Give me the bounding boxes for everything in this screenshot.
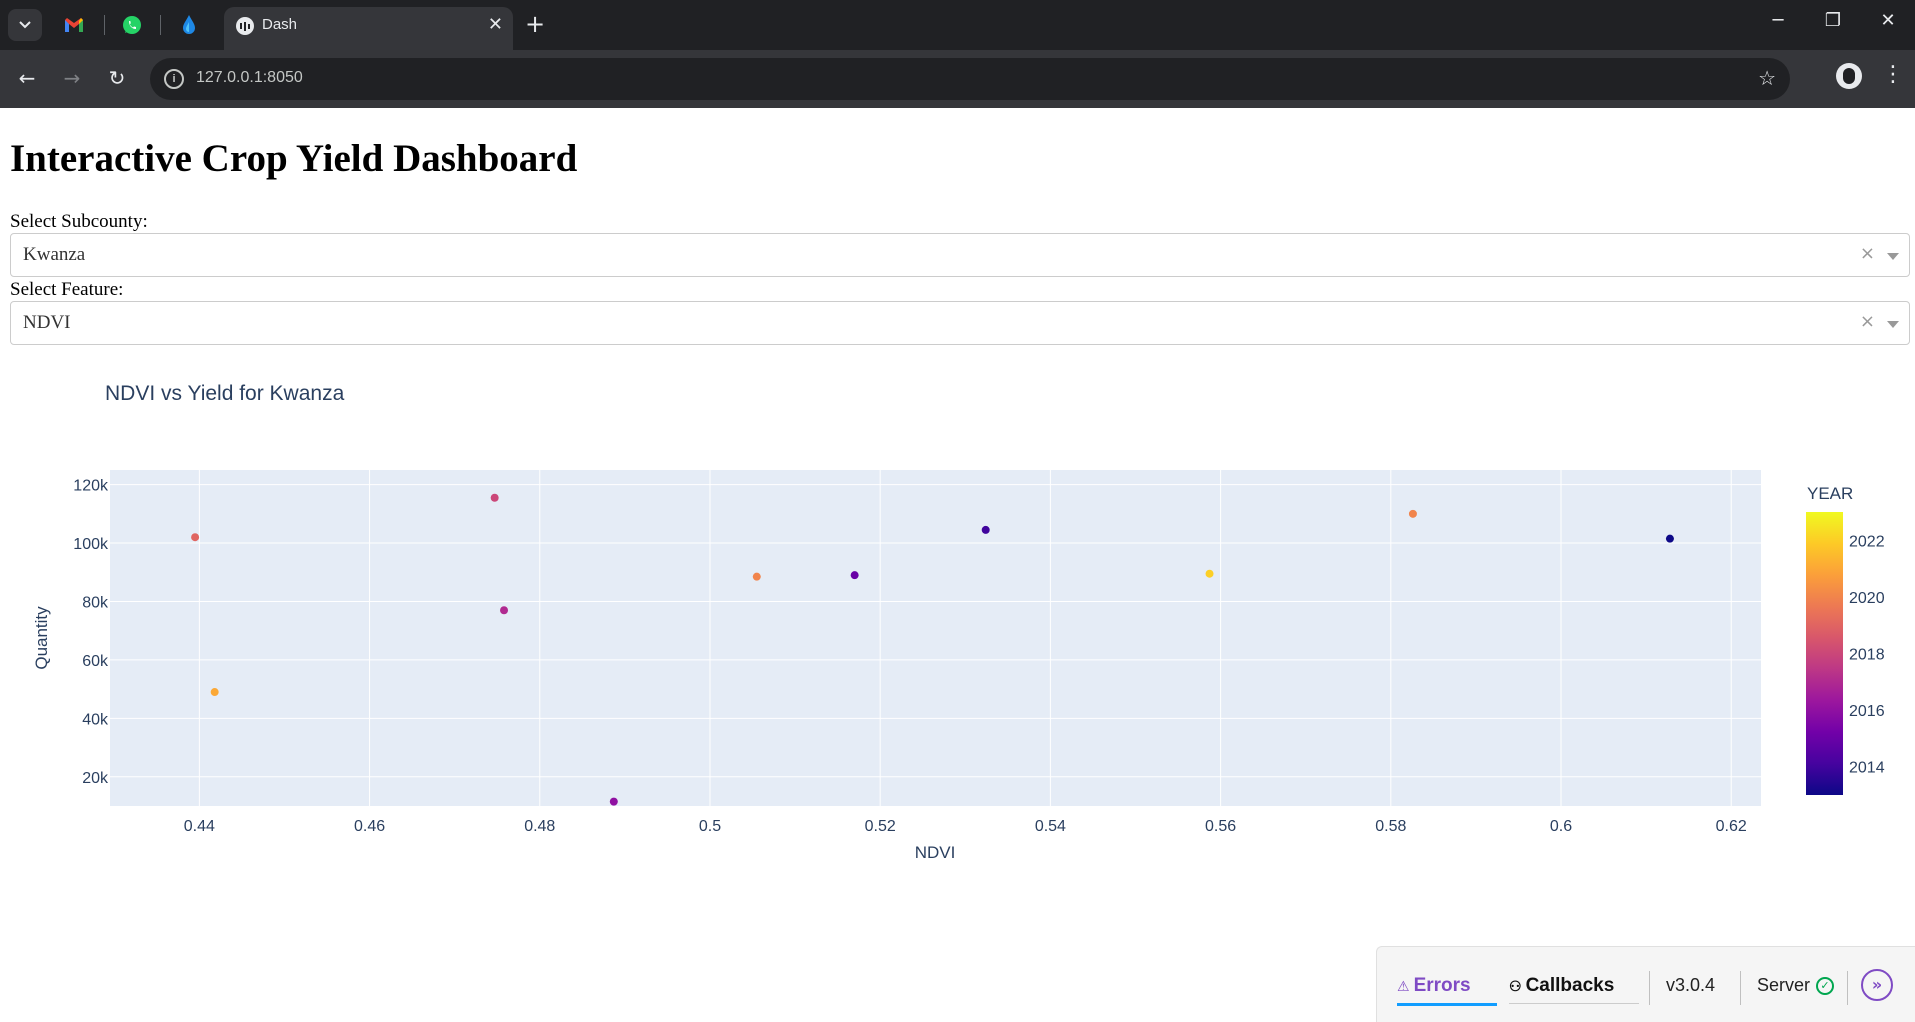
x-tick-label: 0.62 <box>1716 818 1747 835</box>
tab-close-icon[interactable]: ✕ <box>488 14 503 35</box>
feature-selected-value: NDVI <box>23 312 71 333</box>
scatter-point <box>609 797 618 806</box>
chevron-down-icon <box>19 21 31 29</box>
x-tick-label: 0.5 <box>699 818 721 835</box>
scatter-point <box>490 493 499 502</box>
x-tick-label: 0.52 <box>865 818 896 835</box>
subcounty-selected-value: Kwanza <box>23 244 86 265</box>
colorbar-tick-label: 2020 <box>1849 590 1885 607</box>
x-tick-label: 0.48 <box>524 818 555 835</box>
x-tick-label: 0.46 <box>354 818 385 835</box>
back-icon[interactable]: ← <box>12 63 42 93</box>
dash-version: v3.0.4 <box>1666 975 1716 995</box>
x-tick-label: 0.6 <box>1550 818 1572 835</box>
colorbar-tick-label: 2022 <box>1849 533 1885 550</box>
scatter-point <box>1408 509 1417 518</box>
clear-icon[interactable]: × <box>1860 243 1875 264</box>
scatter-point <box>191 533 200 542</box>
colorbar <box>1806 512 1843 795</box>
callbacks-label: Callbacks <box>1525 975 1615 996</box>
scatter-point <box>1665 534 1674 543</box>
browser-toolbar: ← → ↻ i 127.0.0.1:8050 ☆ ⋮ <box>0 50 1915 108</box>
colorbar-tick-label: 2016 <box>1849 703 1885 720</box>
y-axis-ticks: 20k 40k 60k 80k 100k 120k <box>73 478 109 787</box>
pinned-tab-gmail[interactable] <box>60 11 88 39</box>
dash-favicon-icon <box>236 17 254 35</box>
new-tab-button[interactable]: + <box>525 10 545 38</box>
scatter-point <box>500 606 509 615</box>
pinned-tab-drop[interactable] <box>175 11 203 39</box>
forward-icon[interactable]: → <box>57 63 87 93</box>
server-label: Server <box>1757 975 1811 995</box>
profile-avatar[interactable] <box>1836 63 1862 89</box>
chart-canvas[interactable]: NDVI vs Yield for Kwanza 0.44 0.46 0.48 0.5… <box>0 370 1915 870</box>
x-tick-label: 0.44 <box>184 818 215 835</box>
dropdown-arrow-icon[interactable] <box>1887 321 1899 328</box>
y-tick-label: 40k <box>82 711 109 728</box>
errors-label: Errors <box>1413 975 1471 996</box>
colorbar-tick-label: 2014 <box>1849 760 1885 777</box>
callbacks-tab[interactable]: ⚇ Callbacks <box>1509 975 1639 1004</box>
feature-dropdown[interactable]: NDVI × <box>10 301 1910 345</box>
tab-separator <box>104 15 105 35</box>
address-bar[interactable]: i 127.0.0.1:8050 ☆ <box>150 58 1790 100</box>
reload-icon[interactable]: ↻ <box>102 63 132 93</box>
colorbar-title: YEAR <box>1807 484 1853 503</box>
scatter-point <box>981 525 990 534</box>
devtools-divider <box>1847 971 1848 1005</box>
devtools-divider <box>1649 971 1650 1005</box>
colorbar-ticks: 2014 2016 2018 2020 2022 <box>1849 533 1885 776</box>
plot-area[interactable] <box>110 470 1761 806</box>
restore-icon[interactable]: ❐ <box>1813 10 1853 31</box>
scatter-point <box>850 571 859 580</box>
tab-title: Dash <box>262 16 298 33</box>
drop-icon <box>183 15 195 34</box>
x-tick-label: 0.56 <box>1205 818 1236 835</box>
colorbar-tick-label: 2018 <box>1849 647 1885 664</box>
tab-dash[interactable]: Dash ✕ <box>224 7 513 50</box>
x-tick-label: 0.58 <box>1375 818 1406 835</box>
address-url[interactable]: 127.0.0.1:8050 <box>196 69 303 87</box>
scatter-chart[interactable]: NDVI vs Yield for Kwanza 0.44 0.46 0.48 0.5… <box>0 370 1915 870</box>
tab-separator <box>160 15 161 35</box>
clear-icon[interactable]: × <box>1860 311 1875 332</box>
warning-icon: ⚠ <box>1397 978 1410 994</box>
subcounty-dropdown[interactable]: Kwanza × <box>10 233 1910 277</box>
y-tick-label: 100k <box>73 536 109 553</box>
y-axis-label: Quantity <box>32 606 51 670</box>
callback-graph-icon: ⚇ <box>1509 978 1522 994</box>
feature-label: Select Feature: <box>10 279 124 300</box>
check-circle-icon: ✓ <box>1816 977 1835 996</box>
scatter-point <box>1205 569 1214 578</box>
x-tick-label: 0.54 <box>1035 818 1066 835</box>
whatsapp-icon <box>123 16 141 34</box>
x-axis-ticks: 0.44 0.46 0.48 0.5 0.52 0.54 0.56 0.58 0.6 0.62 <box>184 818 1747 835</box>
scatter-point <box>210 688 219 697</box>
scatter-point <box>752 572 761 581</box>
page-title: Interactive Crop Yield Dashboard <box>10 137 578 180</box>
chart-title: NDVI vs Yield for Kwanza <box>105 382 345 405</box>
pinned-tab-whatsapp[interactable] <box>118 11 146 39</box>
dropdown-arrow-icon[interactable] <box>1887 253 1899 260</box>
y-tick-label: 20k <box>82 770 109 787</box>
dash-devtools-bar: ⚠ Errors ⚇ Callbacks v3.0.4 Server ✓ » <box>1376 946 1915 1022</box>
close-window-icon[interactable]: ✕ <box>1868 10 1908 31</box>
server-status[interactable]: Server ✓ <box>1757 975 1835 996</box>
expand-devtools-icon[interactable]: » <box>1861 969 1893 1001</box>
devtools-divider <box>1740 971 1741 1005</box>
tab-search-button[interactable] <box>8 9 42 41</box>
y-tick-label: 60k <box>82 653 109 670</box>
y-tick-label: 80k <box>82 594 109 611</box>
errors-tab[interactable]: ⚠ Errors <box>1397 975 1497 1006</box>
bookmark-star-icon[interactable]: ☆ <box>1758 66 1776 90</box>
site-info-icon[interactable]: i <box>164 69 184 89</box>
minimize-icon[interactable]: ─ <box>1758 10 1798 31</box>
y-tick-label: 120k <box>73 478 109 495</box>
more-menu-icon[interactable]: ⋮ <box>1882 62 1904 87</box>
browser-tabstrip: Dash ✕ + ─ ❐ ✕ <box>0 0 1915 50</box>
gmail-icon <box>65 18 83 32</box>
x-axis-label: NDVI <box>915 843 956 862</box>
subcounty-label: Select Subcounty: <box>10 211 148 232</box>
